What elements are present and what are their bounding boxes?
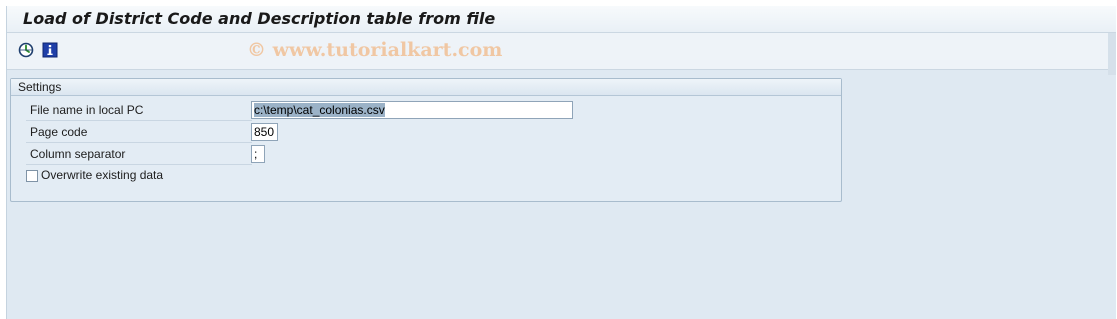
title-bar: Load of District Code and Description ta… — [7, 6, 1116, 33]
page-code-row: Page code — [26, 123, 356, 143]
page-title: Load of District Code and Description ta… — [23, 9, 496, 28]
column-separator-row: Column separator — [26, 145, 356, 165]
settings-group: Settings File name in local PC c:\temp\c… — [10, 78, 842, 202]
execute-icon — [18, 42, 34, 58]
file-name-value: c:\temp\cat_colonias.csv — [254, 103, 385, 117]
settings-header: Settings — [11, 79, 841, 96]
page-code-input[interactable]: 850 — [251, 123, 278, 141]
info-icon — [42, 42, 58, 58]
app-window: Load of District Code and Description ta… — [6, 6, 1116, 319]
toolbar-edge — [1108, 33, 1116, 75]
overwrite-checkbox[interactable] — [26, 170, 38, 182]
column-separator-label: Column separator — [26, 145, 252, 165]
overwrite-label: Overwrite existing data — [41, 168, 164, 182]
application-toolbar: © www.tutorialkart.com — [7, 33, 1116, 70]
column-separator-input[interactable]: ; — [251, 145, 265, 163]
file-name-label: File name in local PC — [26, 101, 252, 121]
page-code-label: Page code — [26, 123, 252, 143]
execute-button[interactable] — [17, 41, 35, 59]
file-name-input[interactable]: c:\temp\cat_colonias.csv — [251, 101, 573, 119]
info-button[interactable] — [41, 41, 59, 59]
watermark-text: © www.tutorialkart.com — [247, 39, 503, 61]
